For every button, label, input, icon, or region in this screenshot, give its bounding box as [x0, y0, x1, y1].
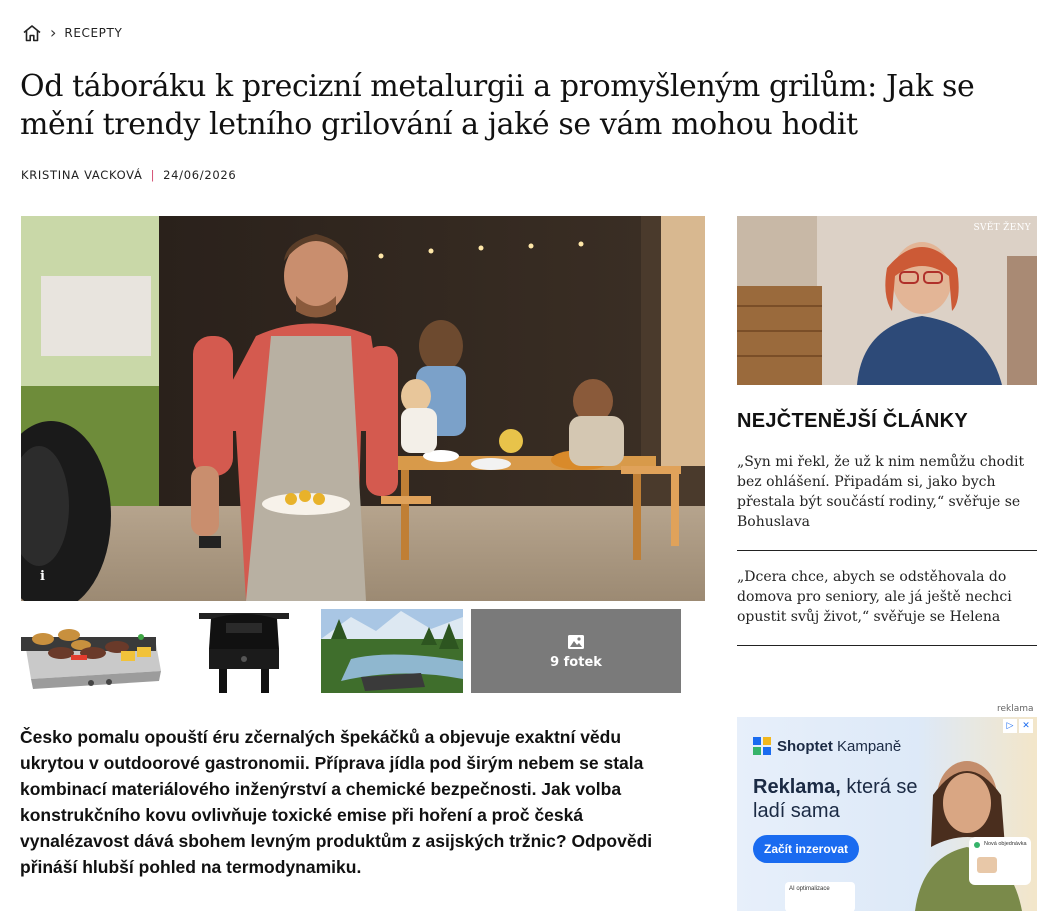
gallery-thumb-kettle-grill[interactable]	[171, 609, 313, 693]
sidebar-video[interactable]: SVĚT ŽENY	[737, 216, 1037, 385]
ad-headline-bold: Reklama,	[753, 776, 841, 798]
ad-choices[interactable]: ▷ ✕	[1003, 719, 1033, 733]
ad-info-icon[interactable]: ▷	[1003, 719, 1017, 733]
ad-brand-name: Shoptet	[777, 737, 833, 755]
gallery-more-button[interactable]: 9 fotek	[471, 609, 681, 693]
ad-banner[interactable]: ▷ ✕ Shoptet Kampaně Reklama, která se la…	[737, 717, 1037, 911]
gallery-thumb-griddle[interactable]	[21, 609, 163, 693]
close-icon[interactable]: ✕	[1019, 719, 1033, 733]
chevron-right-icon: ›	[50, 23, 57, 42]
publish-date: 24/06/2026	[163, 168, 237, 182]
hero-image[interactable]: i	[21, 216, 705, 601]
image-info-icon[interactable]: i	[40, 569, 45, 584]
breadcrumb-section-link[interactable]: RECEPTY	[64, 26, 122, 40]
shoptet-logo-icon	[753, 737, 771, 755]
ad-label: reklama	[997, 704, 1034, 714]
most-read-list: „Syn mi řekl, že už k nim nemůžu chodit …	[737, 452, 1037, 662]
article-perex: Česko pomalu opouští éru zčernalých špek…	[20, 727, 653, 877]
home-icon[interactable]	[22, 24, 42, 42]
ad-headline: Reklama, která se ladí sama	[753, 775, 923, 823]
meta-separator: |	[150, 168, 156, 182]
video-brand-logo: SVĚT ŽENY	[973, 223, 1031, 233]
article-meta: KRISTINA VACKOVÁ | 24/06/2026	[21, 168, 236, 182]
most-read-heading: NEJČTENĚJŠÍ ČLÁNKY	[737, 410, 968, 432]
gallery-thumbnails: 9 fotek	[21, 609, 681, 693]
most-read-item[interactable]: „Dcera chce, abych se odstěhovala do dom…	[737, 567, 1037, 646]
most-read-item[interactable]: „Syn mi řekl, že už k nim nemůžu chodit …	[737, 452, 1037, 551]
breadcrumb: › RECEPTY	[22, 24, 122, 42]
photo-icon	[568, 634, 584, 649]
ad-cta-button[interactable]: Začít inzerovat	[753, 835, 859, 863]
ad-mini-card-label: Nová objednávka	[984, 841, 1027, 847]
ad-brand-logo: Shoptet Kampaně	[753, 737, 901, 755]
ad-mini-label: AI optimalizace	[789, 886, 830, 892]
author-link[interactable]: KRISTINA VACKOVÁ	[21, 168, 143, 182]
gallery-thumb-landscape[interactable]	[321, 609, 463, 693]
ad-brand-product: Kampaně	[832, 737, 902, 755]
article-title: Od táboráku k precizní metalurgii a prom…	[20, 69, 975, 142]
gallery-count-label: 9 fotek	[550, 654, 602, 670]
